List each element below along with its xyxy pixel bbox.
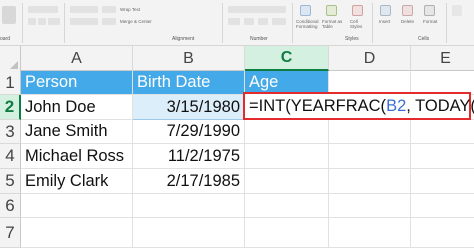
cells-group-label: Cells: [418, 36, 430, 42]
merge-center-button[interactable]: Merge & Center: [120, 19, 152, 24]
cell-d4[interactable]: [329, 144, 411, 169]
ribbon-separator: [446, 3, 447, 43]
cell-b4[interactable]: 11/2/1975: [133, 144, 245, 169]
row-header-1[interactable]: 1: [0, 71, 21, 95]
cell-a7[interactable]: [21, 218, 133, 248]
italic-button[interactable]: [38, 18, 46, 25]
column-header-d[interactable]: D: [329, 46, 411, 71]
delete-button[interactable]: Delete: [401, 19, 414, 24]
format-button[interactable]: Format: [423, 19, 437, 24]
row-header-4[interactable]: 4: [0, 144, 21, 169]
conditional-formatting-icon[interactable]: [300, 5, 311, 16]
decimal-button[interactable]: [272, 18, 286, 25]
comma-button[interactable]: [258, 18, 268, 25]
cell-c5[interactable]: [245, 169, 329, 194]
cell-e5[interactable]: [411, 169, 474, 194]
ribbon-separator: [22, 3, 23, 43]
cell-c7[interactable]: [245, 218, 329, 248]
percent-button[interactable]: [244, 18, 254, 25]
number-format-box[interactable]: [228, 6, 286, 13]
cell-b1[interactable]: Birth Date: [133, 71, 245, 95]
cell-a3[interactable]: Jane Smith: [21, 120, 133, 144]
cell-c4[interactable]: [245, 144, 329, 169]
cell-a5[interactable]: Emily Clark: [21, 169, 133, 194]
row-header-6[interactable]: 6: [0, 194, 21, 218]
autosum-icon[interactable]: [452, 5, 462, 16]
cell-d6[interactable]: [329, 194, 411, 218]
column-header-a[interactable]: A: [21, 46, 133, 71]
row-header-7[interactable]: 7: [0, 218, 21, 248]
cell-b6[interactable]: [133, 194, 245, 218]
cell-a6[interactable]: [21, 194, 133, 218]
cell-a4[interactable]: Michael Ross: [21, 144, 133, 169]
font-color-button[interactable]: [48, 18, 60, 25]
insert-button[interactable]: Insert: [379, 19, 390, 24]
column-header-e[interactable]: E: [411, 46, 474, 71]
row-header-5[interactable]: 5: [0, 169, 21, 194]
cell-d7[interactable]: [329, 218, 411, 248]
orientation-button[interactable]: [102, 6, 116, 13]
indent-button[interactable]: [102, 18, 116, 25]
formula-cell-reference: B2: [386, 96, 407, 115]
paste-icon[interactable]: [2, 6, 16, 24]
cell-c6[interactable]: [245, 194, 329, 218]
cell-e3[interactable]: [411, 120, 474, 144]
ribbon-separator: [292, 3, 293, 43]
number-group-label: Number: [250, 36, 268, 42]
cell-a2[interactable]: John Doe: [21, 95, 133, 120]
cell-d3[interactable]: [329, 120, 411, 144]
cell-a1[interactable]: Person: [21, 71, 133, 95]
cell-e7[interactable]: [411, 218, 474, 248]
cell-c2-formula-editor[interactable]: =INT(YEARFRAC(B2, TODAY())): [243, 92, 474, 120]
select-all-corner[interactable]: [0, 46, 21, 71]
ribbon: oard Wrap Text Merge & Center Alignment …: [0, 0, 474, 46]
ribbon-separator: [64, 3, 65, 43]
conditional-formatting-button[interactable]: Conditional Formatting: [296, 19, 319, 29]
font-size-box[interactable]: [28, 6, 58, 13]
alignment-group-label: Alignment: [172, 36, 195, 42]
cell-b5[interactable]: 2/17/1985: [133, 169, 245, 194]
cell-e4[interactable]: [411, 144, 474, 169]
styles-group-label: Styles: [345, 36, 359, 42]
cell-styles-icon[interactable]: [352, 5, 363, 16]
cell-b7[interactable]: [133, 218, 245, 248]
cell-c3[interactable]: [245, 120, 329, 144]
delete-icon[interactable]: [402, 5, 413, 16]
row-header-2[interactable]: 2: [0, 95, 21, 120]
bold-button[interactable]: [28, 18, 36, 25]
ribbon-separator: [222, 3, 223, 43]
ribbon-separator: [372, 3, 373, 43]
cell-b2[interactable]: 3/15/1980: [133, 95, 245, 120]
row-header-3[interactable]: 3: [0, 120, 21, 144]
select-all-triangle-icon: [10, 61, 18, 69]
format-as-table-icon[interactable]: [326, 5, 337, 16]
worksheet-grid[interactable]: A B C D E 1 2 3 4 5 6 7 Person Birth Dat…: [0, 46, 474, 248]
column-header-c[interactable]: C: [245, 46, 329, 71]
cell-d5[interactable]: [329, 169, 411, 194]
insert-icon[interactable]: [380, 5, 391, 16]
align-top-button[interactable]: [70, 6, 98, 13]
currency-button[interactable]: [228, 18, 240, 25]
cell-e6[interactable]: [411, 194, 474, 218]
clipboard-group-label: oard: [0, 36, 11, 42]
format-icon[interactable]: [424, 5, 435, 16]
formula-middle: , TODAY(: [406, 96, 474, 115]
wrap-text-button[interactable]: Wrap Text: [120, 7, 140, 12]
cell-styles-button[interactable]: Cell Styles: [350, 19, 366, 29]
align-left-button[interactable]: [70, 18, 98, 25]
formula-prefix: =INT(YEARFRAC(: [249, 96, 387, 115]
column-header-row: A B C D E: [0, 46, 474, 71]
cell-b3[interactable]: 7/29/1990: [133, 120, 245, 144]
column-header-b[interactable]: B: [133, 46, 245, 71]
format-as-table-button[interactable]: Format as Table: [322, 19, 344, 29]
